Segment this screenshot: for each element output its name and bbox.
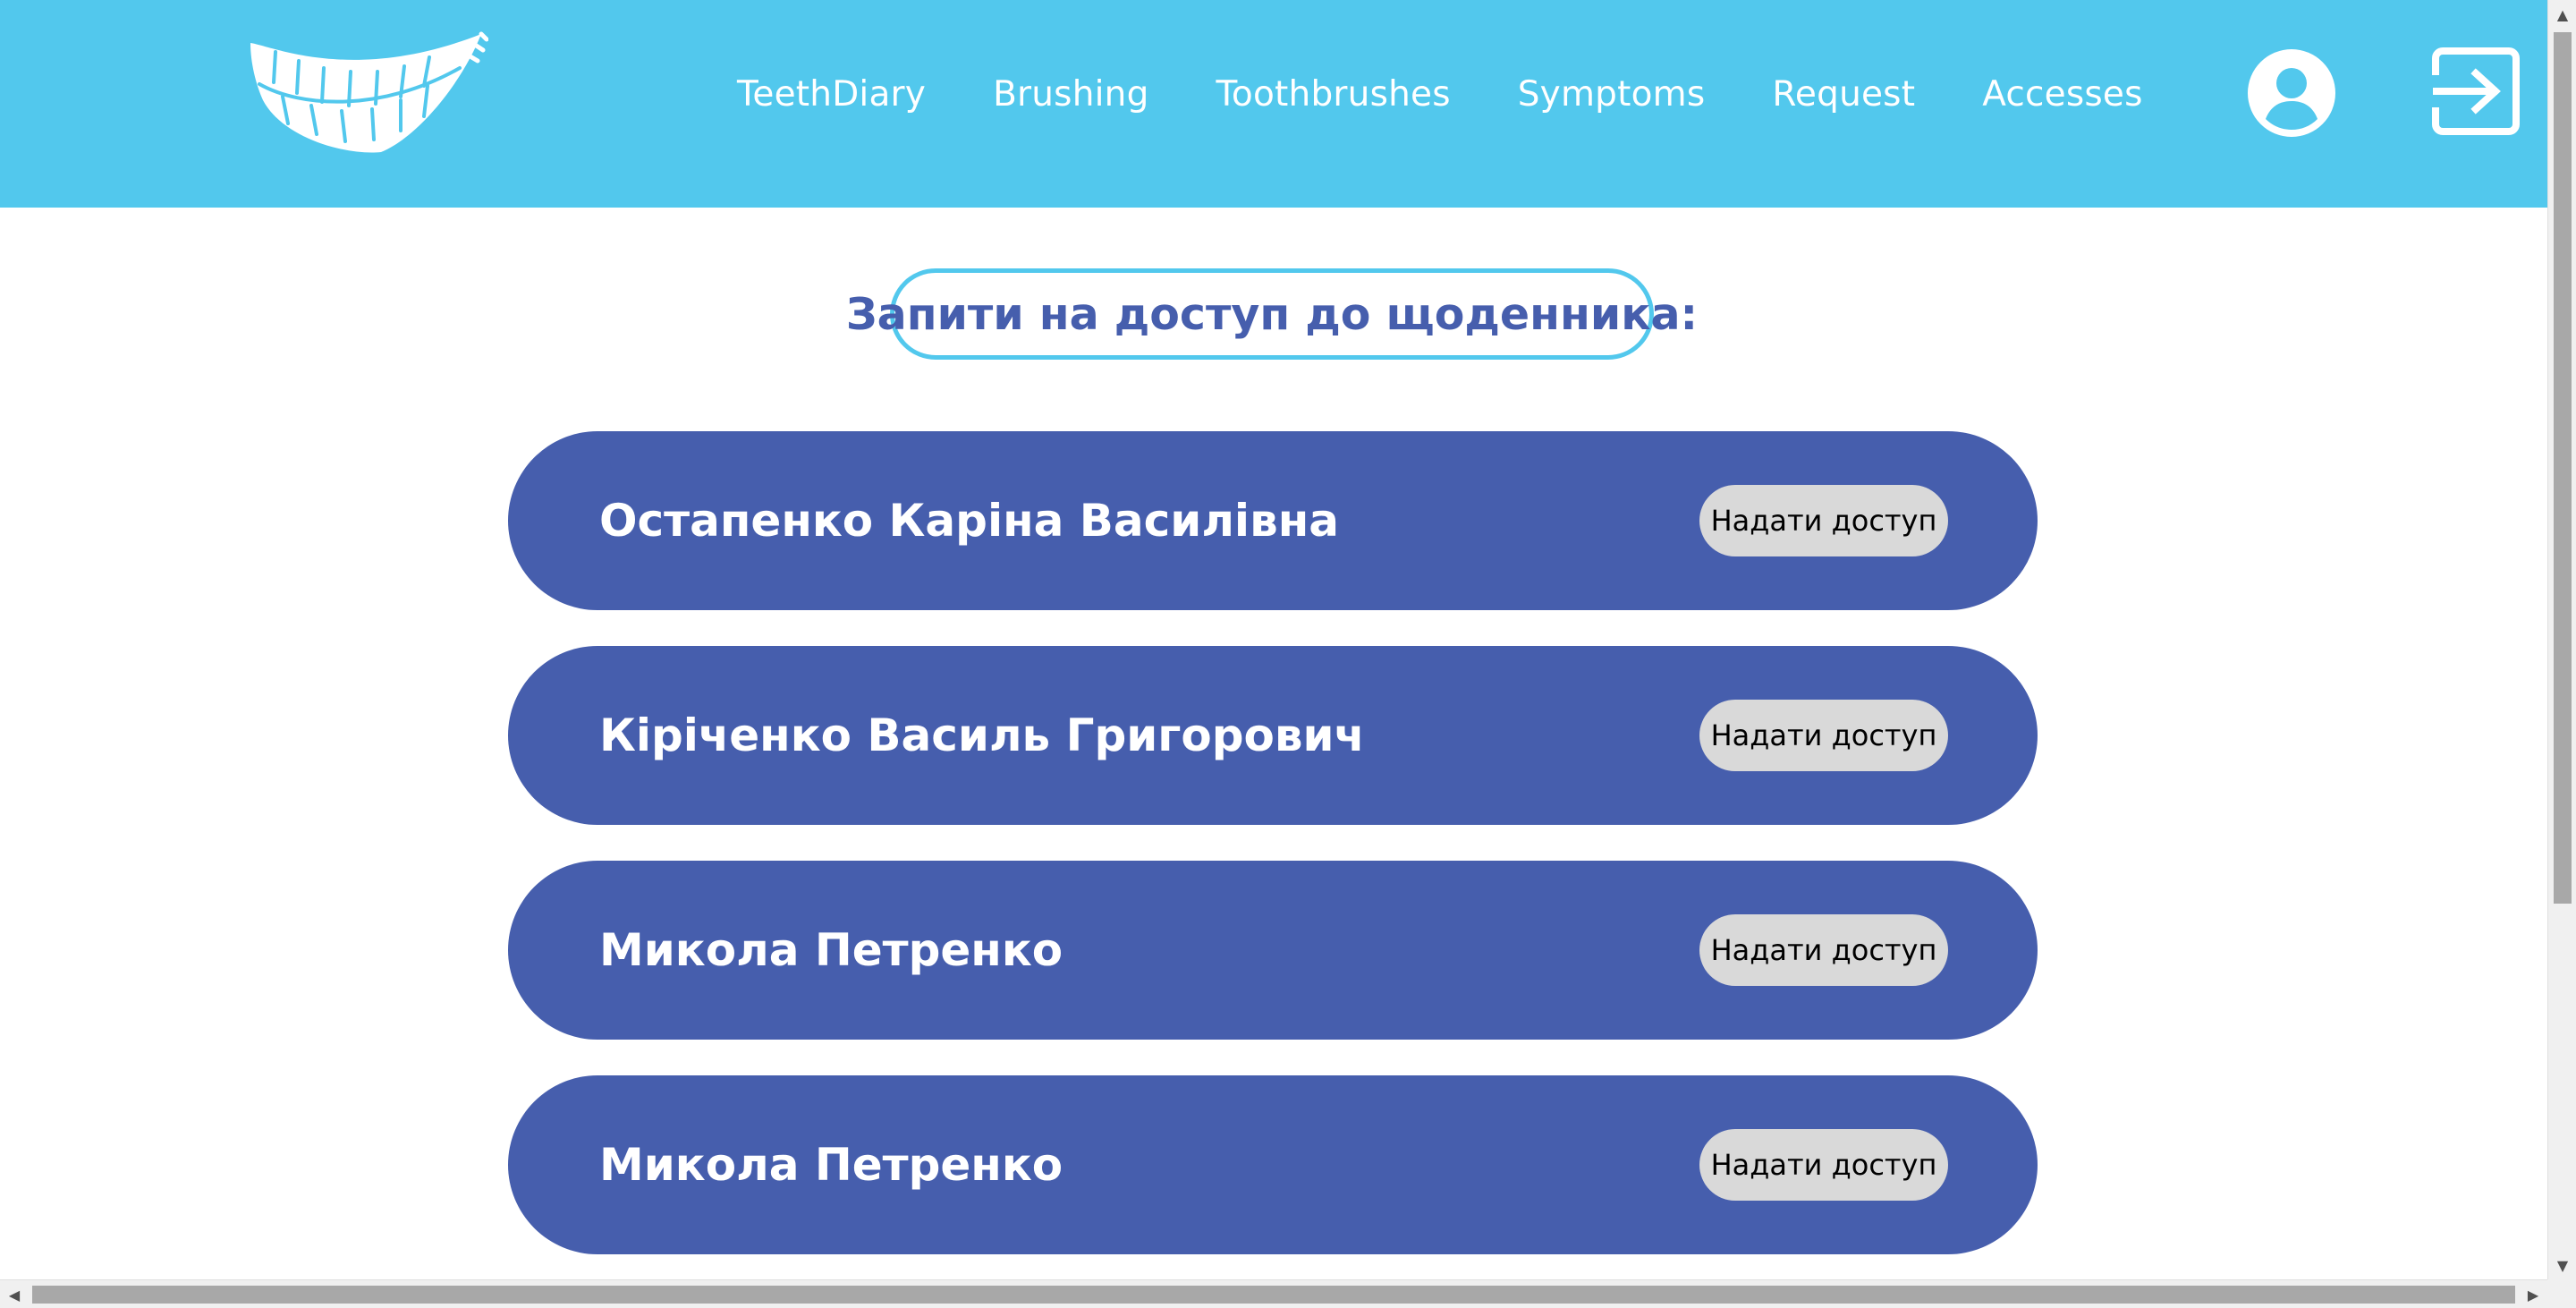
request-card: Остапенко Каріна Василівна Надати доступ [508,431,2038,610]
requester-name: Остапенко Каріна Василівна [599,495,1340,547]
scroll-up-arrow-icon[interactable]: ▲ [2548,0,2576,29]
nav-accesses[interactable]: Accesses [1982,74,2142,115]
requester-name: Микола Петренко [599,1139,1063,1191]
nav-toothbrushes[interactable]: Toothbrushes [1216,74,1451,115]
grant-access-button[interactable]: Надати доступ [1699,700,1948,771]
nav-brushing[interactable]: Brushing [993,74,1148,115]
scroll-down-arrow-icon[interactable]: ▼ [2548,1251,2576,1279]
grant-access-button[interactable]: Надати доступ [1699,485,1948,556]
request-card: Кіріченко Василь Григорович Надати досту… [508,646,2038,825]
logout-icon[interactable] [2431,47,2521,136]
scrollbar-corner [2547,1279,2576,1308]
main-nav: TeethDiary Brushing Toothbrushes Symptom… [737,63,2143,125]
nav-teethdiary[interactable]: TeethDiary [737,74,926,115]
scroll-left-arrow-icon[interactable]: ◀ [0,1280,29,1308]
horizontal-scrollbar[interactable]: ◀ ▶ [0,1279,2547,1308]
page-title: Запити на доступ до щоденника: [845,288,1699,340]
top-header: TeethDiary Brushing Toothbrushes Symptom… [0,0,2547,208]
grant-access-button[interactable]: Надати доступ [1699,1129,1948,1201]
request-card: Микола Петренко Надати доступ [508,1075,2038,1254]
page-title-pill: Запити на доступ до щоденника: [846,268,1698,360]
requester-name: Кіріченко Василь Григорович [599,709,1365,761]
browser-viewport: TeethDiary Brushing Toothbrushes Symptom… [0,0,2576,1308]
vertical-scroll-thumb[interactable] [2554,32,2572,904]
scroll-right-arrow-icon[interactable]: ▶ [2519,1280,2547,1308]
nav-symptoms[interactable]: Symptoms [1518,74,1706,115]
nav-request[interactable]: Request [1772,74,1915,115]
teeth-logo-icon[interactable] [247,30,489,156]
grant-access-button[interactable]: Надати доступ [1699,914,1948,986]
requester-name: Микола Петренко [599,924,1063,976]
user-avatar-icon[interactable] [2248,49,2335,137]
horizontal-scroll-thumb[interactable] [32,1286,2515,1304]
vertical-scrollbar[interactable]: ▲ ▼ [2547,0,2576,1279]
request-card: Микола Петренко Надати доступ [508,861,2038,1040]
